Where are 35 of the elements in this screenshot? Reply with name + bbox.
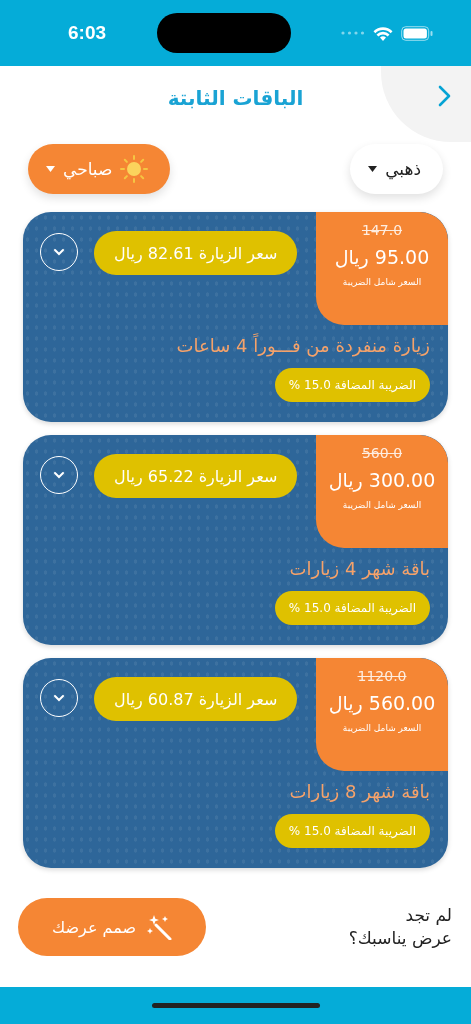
visit-price-badge: سعر الزيارة 60.87 ريال — [94, 677, 298, 721]
tax-badge: الضريبة المضافة 15.0 % — [274, 591, 430, 625]
package-title: زيارة منفردة من فـــوراً 4 ساعات — [176, 335, 430, 356]
tax-badge: الضريبة المضافة 15.0 % — [274, 814, 430, 848]
old-price: 560.0 — [361, 445, 403, 461]
visit-price-badge: سعر الزيارة 65.22 ريال — [94, 454, 298, 498]
magic-wand-icon — [146, 914, 172, 940]
caret-icon — [46, 166, 55, 172]
page-title: الباقات الثابتة — [167, 86, 304, 110]
sun-icon — [120, 155, 149, 183]
chevron-down-icon — [53, 471, 65, 479]
plan-dropdown[interactable]: ذهبي — [350, 144, 443, 194]
signal-icon — [341, 31, 365, 35]
design-offer-button[interactable]: صمم عرضك — [18, 898, 206, 956]
prompt-text: لم تجد عرض يناسبك؟ — [348, 904, 452, 950]
price-note: السعر شامل الضريبة — [342, 723, 422, 733]
wifi-icon — [373, 25, 393, 41]
visit-price-badge: سعر الزيارة 82.61 ريال — [94, 231, 298, 275]
price-note: السعر شامل الضريبة — [342, 277, 422, 287]
package-price: 560.00 ريال — [328, 692, 436, 714]
package-price: 95.00 ريال — [334, 246, 430, 268]
old-price: 1120.0 — [357, 668, 407, 684]
tax-badge: الضريبة المضافة 15.0 % — [274, 368, 430, 402]
chevron-down-icon — [53, 248, 65, 256]
battery-icon — [401, 25, 433, 41]
caret-icon — [368, 166, 378, 172]
old-price: 147.0 — [361, 222, 403, 238]
package-title: باقة شهر 4 زيارات — [289, 558, 430, 579]
price-note: السعر شامل الضريبة — [342, 500, 422, 510]
period-dropdown[interactable]: صباحي — [28, 144, 171, 194]
package-title: باقة شهر 8 زيارات — [289, 781, 430, 802]
back-button[interactable] — [437, 84, 451, 108]
status-time: 6:03 — [68, 22, 107, 44]
package-price: 300.00 ريال — [328, 469, 436, 491]
chevron-down-icon — [53, 694, 65, 702]
